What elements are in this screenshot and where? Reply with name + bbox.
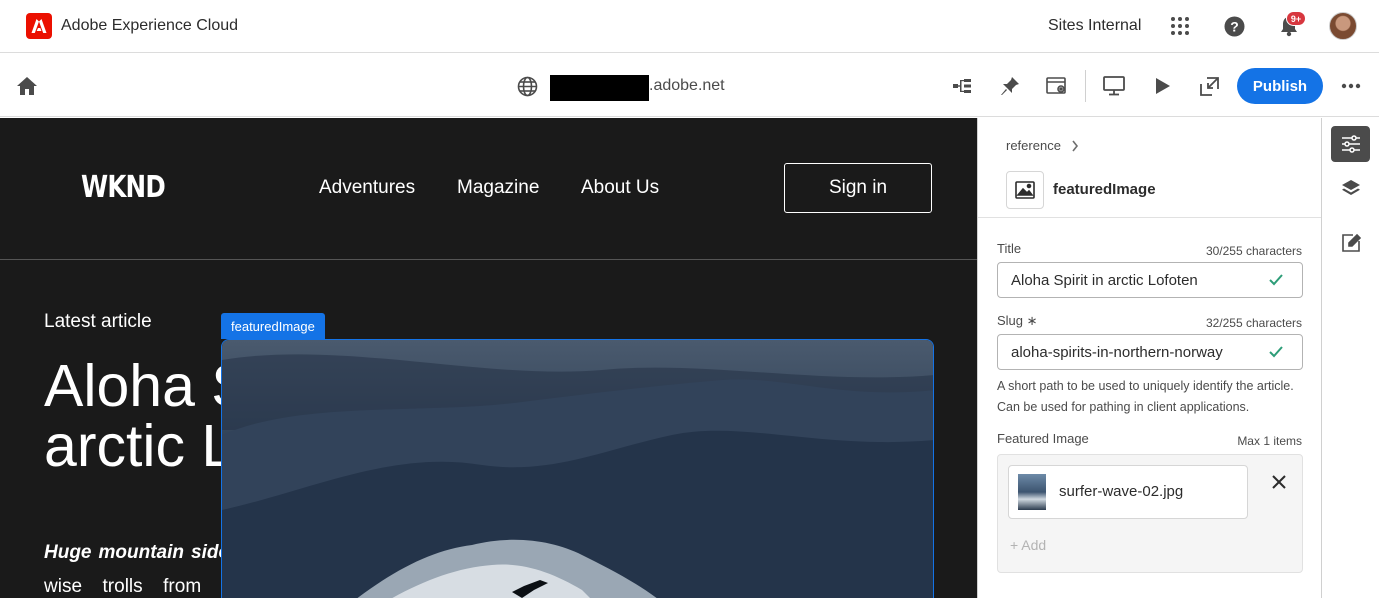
check-icon [1269,274,1283,286]
site-header-divider [0,259,977,260]
url-suffix: .adobe.net [649,77,725,94]
slug-help-text: A short path to be used to uniquely iden… [997,379,1294,414]
editor-toolbar: .adobe.net Publish [0,54,1379,117]
asset-thumbnail [1018,474,1046,510]
play-icon[interactable] [1150,74,1174,98]
nav-adventures[interactable]: Adventures [319,177,415,199]
adobe-logo-icon[interactable] [26,13,52,39]
title-field-value: Aloha Spirit in arctic Lofoten [1011,271,1198,289]
title-label: Title [997,241,1022,256]
properties-icon[interactable] [1331,126,1370,162]
featured-image[interactable] [221,339,934,598]
asset-card[interactable]: surfer-wave-02.jpg [1008,465,1248,519]
component-name: featuredImage [1053,181,1156,198]
title-field[interactable]: Aloha Spirit in arctic Lofoten [997,262,1303,298]
surfer-wave-image [222,354,933,598]
breadcrumb-item[interactable]: reference [1006,138,1061,153]
sign-in-button[interactable]: Sign in [784,163,932,213]
properties-panel: reference featuredImage Title 30/255 cha… [977,118,1322,598]
slug-char-count: 32/255 characters [1205,316,1302,330]
required-marker: ∗ [1026,313,1038,328]
slug-label: Slug ∗ [997,313,1038,329]
site-logo[interactable]: WKND [81,170,166,205]
panel-divider [978,217,1322,218]
globe-icon [515,74,539,98]
pin-icon[interactable] [998,74,1022,98]
breadcrumb[interactable]: reference [1006,138,1079,153]
home-icon[interactable] [15,74,39,98]
slug-field-value: aloha-spirits-in-northern-norway [1011,343,1223,361]
publish-button[interactable]: Publish [1237,68,1323,104]
right-rail [1321,118,1379,598]
add-asset-button[interactable]: + Add [1010,537,1046,553]
shell-header: Adobe Experience Cloud Sites Internal ? … [0,0,1379,53]
nav-magazine[interactable]: Magazine [457,177,539,199]
featured-image-container: surfer-wave-02.jpg + Add [997,454,1303,573]
tree-icon[interactable] [950,74,974,98]
latest-article-label: Latest article [44,311,152,332]
app-name[interactable]: Adobe Experience Cloud [61,17,238,35]
layers-icon[interactable] [1331,171,1370,207]
slug-label-text: Slug [997,313,1024,328]
editor-canvas[interactable]: WKND Adventures Magazine About Us Sign i… [0,118,977,598]
toolbar-divider [1085,70,1086,102]
settings-window-icon[interactable] [1045,74,1069,98]
avatar[interactable] [1329,12,1357,40]
selection-label[interactable]: featuredImage [221,313,325,339]
apps-grid-icon[interactable] [1168,14,1192,38]
image-icon [1006,171,1044,209]
asset-name: surfer-wave-02.jpg [1059,483,1184,500]
check-icon [1269,346,1283,358]
edit-note-icon[interactable] [1331,225,1370,261]
open-external-icon[interactable] [1197,74,1221,98]
nav-about-us[interactable]: About Us [581,177,659,199]
help-icon[interactable]: ? [1222,14,1246,38]
more-icon[interactable] [1339,74,1363,98]
desktop-icon[interactable] [1102,74,1126,98]
featured-image-limit: Max 1 items [1237,434,1302,448]
title-char-count: 30/255 characters [1205,244,1302,258]
svg-text:?: ? [1230,18,1239,34]
chevron-right-icon [1072,140,1078,151]
org-switcher[interactable]: Sites Internal [1048,17,1141,35]
url-redacted [550,75,649,101]
close-icon[interactable] [1270,473,1288,491]
slug-field[interactable]: aloha-spirits-in-northern-norway [997,334,1303,370]
featured-image-label: Featured Image [997,431,1089,446]
notification-badge: 9+ [1286,11,1306,26]
